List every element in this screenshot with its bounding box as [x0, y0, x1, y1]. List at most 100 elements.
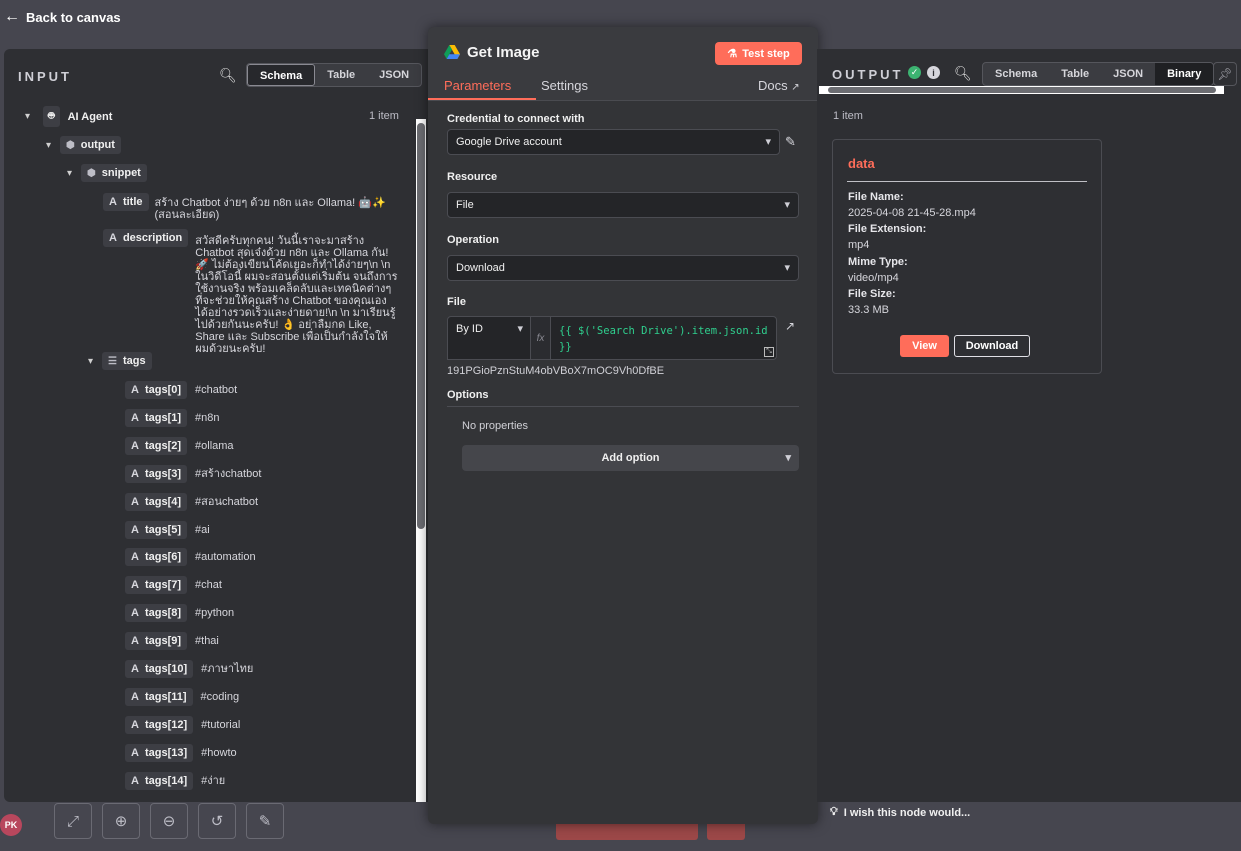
- search-icon[interactable]: 🔍︎: [219, 67, 237, 84]
- file-name-field: File Name: 2025-04-08 21-45-28.mp4: [848, 189, 976, 221]
- tag-pill: Atags[3]: [125, 464, 188, 483]
- tree-node-label: tags[7]: [144, 579, 182, 592]
- string-type-icon: A: [131, 663, 139, 675]
- mime-type-field: Mime Type: video/mp4: [848, 254, 908, 286]
- back-to-canvas-link[interactable]: ← Back to canvas: [4, 9, 121, 25]
- tree-node-tag[interactable]: Atags[14] #ง่าย: [125, 771, 225, 790]
- zoom-in-button[interactable]: ⊕: [102, 803, 140, 839]
- tab-json[interactable]: JSON: [367, 64, 421, 86]
- credential-label: Credential to connect with: [447, 113, 585, 125]
- output-view-switcher: Schema Table JSON Binary: [982, 62, 1215, 86]
- info-icon[interactable]: i: [927, 66, 940, 79]
- snippet-pill: ⬢ snippet: [81, 164, 147, 182]
- tree-node-value: #coding: [200, 690, 240, 703]
- field-key: Mime Type:: [848, 256, 908, 268]
- tree-node-label: output: [80, 139, 115, 151]
- tree-node-label: AI Agent: [67, 110, 113, 123]
- cube-icon: ⬢: [66, 139, 75, 151]
- tree-node-label: title: [122, 196, 143, 208]
- tag-pill: Atags[5]: [125, 520, 188, 539]
- tree-node-value: #howto: [201, 746, 237, 759]
- tree-node-tag[interactable]: Atags[12] #tutorial: [125, 715, 240, 734]
- tab-parameters[interactable]: Parameters: [444, 78, 511, 93]
- tree-node-tag[interactable]: Atags[0] #chatbot: [125, 381, 237, 399]
- tree-node-output[interactable]: ▾ ⬢ output: [46, 136, 121, 154]
- no-properties-text: No properties: [462, 420, 529, 432]
- tree-node-tag[interactable]: Atags[13] #howto: [125, 743, 237, 762]
- tree-node-title[interactable]: A title สร้าง Chatbot ง่ายๆ ด้วย n8n และ…: [103, 193, 390, 221]
- tab-schema[interactable]: Schema: [983, 63, 1049, 85]
- test-step-button[interactable]: ⚗ Test step: [715, 42, 802, 65]
- pin-icon[interactable]: 📌︎: [1213, 62, 1237, 86]
- download-button[interactable]: Download: [954, 335, 1030, 357]
- arrow-left-icon: ←: [4, 8, 20, 25]
- credential-value: Google Drive account: [456, 136, 562, 148]
- title-pill: A title: [103, 193, 149, 211]
- view-button[interactable]: View: [900, 335, 949, 357]
- resource-select[interactable]: File ▾: [447, 192, 799, 218]
- tree-node-tag[interactable]: Atags[8] #python: [125, 604, 234, 623]
- tree-node-tag[interactable]: Atags[4] #สอนchatbot: [125, 492, 258, 511]
- tag-pill: Atags[10]: [125, 660, 194, 678]
- feedback-link[interactable]: 💡︎ I wish this node would...: [830, 806, 970, 819]
- tree-node-value: #chatbot: [195, 384, 238, 396]
- pencil-icon[interactable]: ✎: [785, 134, 796, 150]
- tree-node-value: สร้าง Chatbot ง่ายๆ ด้วย n8n และ Ollama!…: [154, 197, 386, 221]
- tree-node-tags[interactable]: ▾ ☰ tags: [88, 352, 152, 370]
- tidy-up-button[interactable]: ✎: [246, 803, 284, 839]
- file-mode-value: By ID: [456, 323, 483, 335]
- output-scrollbar[interactable]: [819, 86, 1224, 94]
- fit-view-button[interactable]: ⤢: [54, 803, 92, 839]
- node-title[interactable]: Get Image: [467, 44, 540, 61]
- options-label: Options: [447, 389, 489, 401]
- divider: [847, 181, 1087, 182]
- search-icon[interactable]: 🔍︎: [954, 65, 972, 82]
- string-type-icon: A: [131, 690, 139, 703]
- tree-node-tag[interactable]: Atags[7] #chat: [125, 576, 222, 595]
- tab-schema[interactable]: Schema: [247, 64, 316, 86]
- string-type-icon: A: [131, 523, 139, 536]
- docs-link[interactable]: Docs ↗: [758, 78, 800, 93]
- tree-node-value: #ai: [195, 523, 210, 536]
- fx-icon: fx: [531, 316, 550, 360]
- tree-node-tag[interactable]: Atags[3] #สร้างchatbot: [125, 464, 262, 483]
- credential-select[interactable]: Google Drive account ▾: [447, 129, 780, 155]
- tag-pill: Atags[11]: [125, 687, 193, 706]
- tree-node-tag[interactable]: Atags[1] #n8n: [125, 408, 220, 427]
- tree-node-value: #thai: [195, 635, 219, 648]
- tab-binary[interactable]: Binary: [1155, 63, 1214, 85]
- input-panel: INPUT 🔍︎ Schema Table JSON 1 item ▾ 🤖︎ A…: [4, 49, 429, 802]
- reset-zoom-button[interactable]: ↺: [198, 803, 236, 839]
- file-expression-input[interactable]: {{ $('Search Drive').item.json.id }}: [550, 316, 777, 360]
- tree-node-tag[interactable]: Atags[2] #ollama: [125, 436, 234, 455]
- tab-json[interactable]: JSON: [1101, 63, 1155, 85]
- tags-pill: ☰ tags: [102, 352, 152, 370]
- scrollbar-thumb[interactable]: [828, 87, 1216, 93]
- tree-node-description[interactable]: A description สวัสดีครับทุกคน! วันนี้เรา…: [103, 229, 398, 355]
- tree-node-tag[interactable]: Atags[11] #coding: [125, 687, 240, 706]
- add-option-button[interactable]: Add option ▾: [462, 445, 799, 471]
- zoom-out-button[interactable]: ⊖: [150, 803, 188, 839]
- tree-node-value: #สร้างchatbot: [195, 467, 262, 480]
- input-scrollbar[interactable]: [416, 119, 426, 802]
- tab-table[interactable]: Table: [315, 64, 367, 86]
- canvas-toolbar: ⤢ ⊕ ⊖ ↺ ✎: [54, 803, 284, 839]
- file-mode-select[interactable]: By ID ▾: [447, 316, 531, 342]
- avatar[interactable]: PK: [0, 814, 22, 836]
- tree-node-snippet[interactable]: ▾ ⬢ snippet: [67, 164, 147, 182]
- undo-icon: ↺: [210, 813, 224, 830]
- tab-table[interactable]: Table: [1049, 63, 1101, 85]
- tree-node-tag[interactable]: Atags[5] #ai: [125, 520, 210, 539]
- tree-node-ai-agent[interactable]: ▾ 🤖︎ AI Agent: [25, 106, 112, 127]
- file-size-field: File Size: 33.3 MB: [848, 286, 896, 318]
- tree-node-tag[interactable]: Atags[10] #ภาษาไทย: [125, 660, 253, 678]
- chevron-down-icon: ▾: [88, 355, 94, 367]
- open-expression-editor-icon[interactable]: ↗: [785, 319, 795, 333]
- operation-select[interactable]: Download ▾: [447, 255, 799, 281]
- tree-node-tag[interactable]: Atags[6] #automation: [125, 548, 256, 567]
- expand-icon[interactable]: ⤡: [764, 347, 774, 357]
- tree-node-tag[interactable]: Atags[9] #thai: [125, 632, 219, 651]
- tab-settings[interactable]: Settings: [541, 78, 588, 93]
- tree-node-label: tags[3]: [144, 467, 182, 480]
- scrollbar-thumb[interactable]: [417, 123, 425, 529]
